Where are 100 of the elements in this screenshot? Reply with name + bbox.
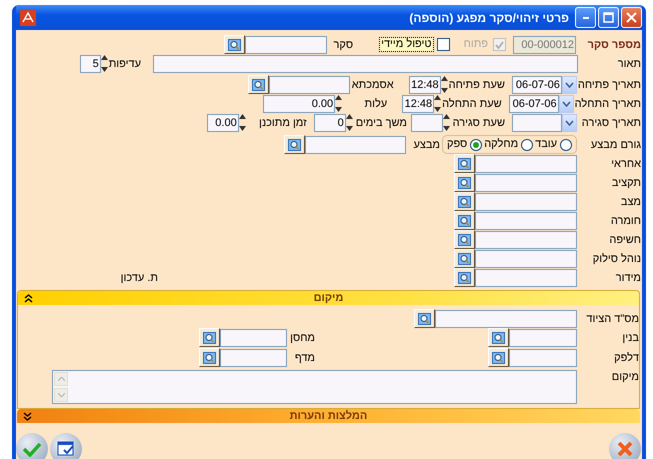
time-field[interactable]: 12:48 — [408, 76, 441, 94]
arrow-down-icon — [100, 67, 108, 72]
text-field[interactable] — [268, 76, 350, 94]
field-label: תאריך התחלה — [574, 96, 641, 110]
spin-arrows[interactable] — [434, 95, 442, 112]
text-field[interactable] — [475, 212, 577, 230]
field-label: חומרה — [610, 214, 641, 228]
text-field[interactable] — [153, 54, 578, 72]
spin-arrows[interactable] — [443, 114, 450, 131]
chevron-icon[interactable] — [24, 294, 33, 303]
arrow-up-icon — [440, 76, 448, 81]
minimize-button[interactable] — [575, 7, 596, 28]
lookup-button[interactable] — [414, 309, 435, 328]
app-logo-icon — [20, 10, 36, 26]
field-label: מבצע — [412, 138, 440, 152]
search-icon — [252, 78, 265, 90]
cancel-button[interactable] — [609, 433, 641, 459]
close-icon — [616, 440, 634, 458]
chevron-icon[interactable] — [23, 412, 32, 421]
maximize-icon — [603, 12, 614, 23]
radio-label: ספק — [446, 138, 468, 151]
field-label: מספר סקר — [586, 38, 641, 52]
lookup-button[interactable] — [248, 75, 269, 94]
arrow-up-icon — [434, 95, 442, 100]
field-label: שעת סגירה — [452, 116, 505, 130]
time-field[interactable] — [411, 114, 443, 132]
text-field[interactable] — [509, 328, 577, 346]
number-field[interactable]: 5 — [80, 54, 101, 72]
text-field[interactable] — [305, 136, 406, 154]
text-field[interactable] — [245, 36, 328, 54]
radio-button[interactable] — [470, 138, 482, 150]
lookup-button[interactable] — [284, 135, 305, 154]
radio-button[interactable] — [521, 138, 534, 150]
window-title: פרטי זיהוי/סקר מפגע (הוספה) — [408, 10, 569, 24]
date-field[interactable]: 06-07-06 — [508, 94, 559, 112]
number-field[interactable]: 0.00 — [206, 114, 239, 132]
text-field[interactable] — [475, 230, 577, 248]
arrow-down-icon — [346, 126, 353, 131]
arrow-down-icon — [443, 126, 450, 131]
field-label: זמן מתוכנן — [258, 116, 307, 130]
text-field[interactable] — [475, 154, 577, 172]
arrow-down-icon — [434, 107, 442, 112]
text-field[interactable] — [475, 268, 577, 286]
search-icon — [458, 176, 471, 188]
lookup-button[interactable] — [488, 348, 509, 367]
text-field[interactable] — [509, 348, 577, 366]
dropdown-button[interactable] — [558, 94, 574, 112]
field-label: שעת פתיחה — [448, 78, 505, 92]
arrow-down-icon — [440, 88, 448, 93]
search-icon — [288, 138, 301, 150]
lookup-button[interactable] — [454, 230, 475, 249]
lookup-button[interactable] — [454, 173, 475, 192]
lookup-button[interactable] — [454, 211, 475, 230]
field-label: דלפק — [613, 350, 639, 364]
lookup-button[interactable] — [454, 154, 475, 173]
lookup-button[interactable] — [454, 249, 475, 268]
text-field[interactable] — [475, 250, 577, 268]
dropdown-button[interactable] — [562, 114, 577, 132]
text-field[interactable] — [475, 174, 577, 192]
dropdown-button[interactable] — [562, 76, 577, 94]
spin-arrows[interactable] — [238, 114, 246, 131]
spin-arrows[interactable] — [346, 114, 353, 131]
lookup-button[interactable] — [224, 35, 246, 54]
section-header[interactable]: מיקום — [18, 291, 639, 305]
number-field[interactable]: 0.00 — [263, 94, 336, 112]
date-field[interactable]: 06-07-06 — [512, 76, 562, 94]
window-check-button[interactable] — [50, 433, 82, 459]
lookup-button[interactable] — [454, 192, 475, 211]
maximize-button[interactable] — [598, 7, 619, 28]
text-field[interactable] — [435, 310, 577, 328]
text-field[interactable] — [475, 192, 577, 210]
field-label: תאור — [616, 56, 641, 70]
text-field[interactable] — [220, 328, 287, 346]
spin-arrows[interactable] — [440, 76, 448, 93]
chevron-down-icon — [562, 100, 571, 106]
arrow-up-icon — [100, 55, 108, 60]
search-icon — [458, 158, 471, 170]
text-field[interactable] — [220, 348, 287, 366]
search-icon — [492, 352, 505, 364]
spin-arrows[interactable] — [100, 55, 108, 72]
search-icon — [458, 252, 471, 264]
spin-arrows[interactable] — [335, 95, 342, 112]
window-check-icon — [57, 441, 75, 457]
arrow-up-icon — [443, 114, 450, 119]
checkbox-label: פתוח — [462, 37, 489, 52]
lookup-button[interactable] — [454, 268, 475, 287]
lookup-button[interactable] — [488, 328, 509, 347]
number-field[interactable]: 0 — [314, 114, 346, 132]
checkbox[interactable] — [436, 38, 450, 51]
search-icon — [458, 234, 471, 246]
radio-button[interactable] — [560, 138, 572, 150]
arrow-down-icon — [238, 126, 246, 131]
lookup-button[interactable] — [199, 328, 220, 347]
lookup-button[interactable] — [199, 348, 220, 367]
date-field[interactable] — [512, 114, 562, 132]
time-field[interactable]: 12:48 — [402, 94, 434, 112]
minimize-icon — [582, 16, 588, 18]
close-button[interactable] — [621, 7, 642, 28]
search-icon — [228, 38, 242, 50]
section-header[interactable]: המלצות והערות — [17, 409, 640, 423]
